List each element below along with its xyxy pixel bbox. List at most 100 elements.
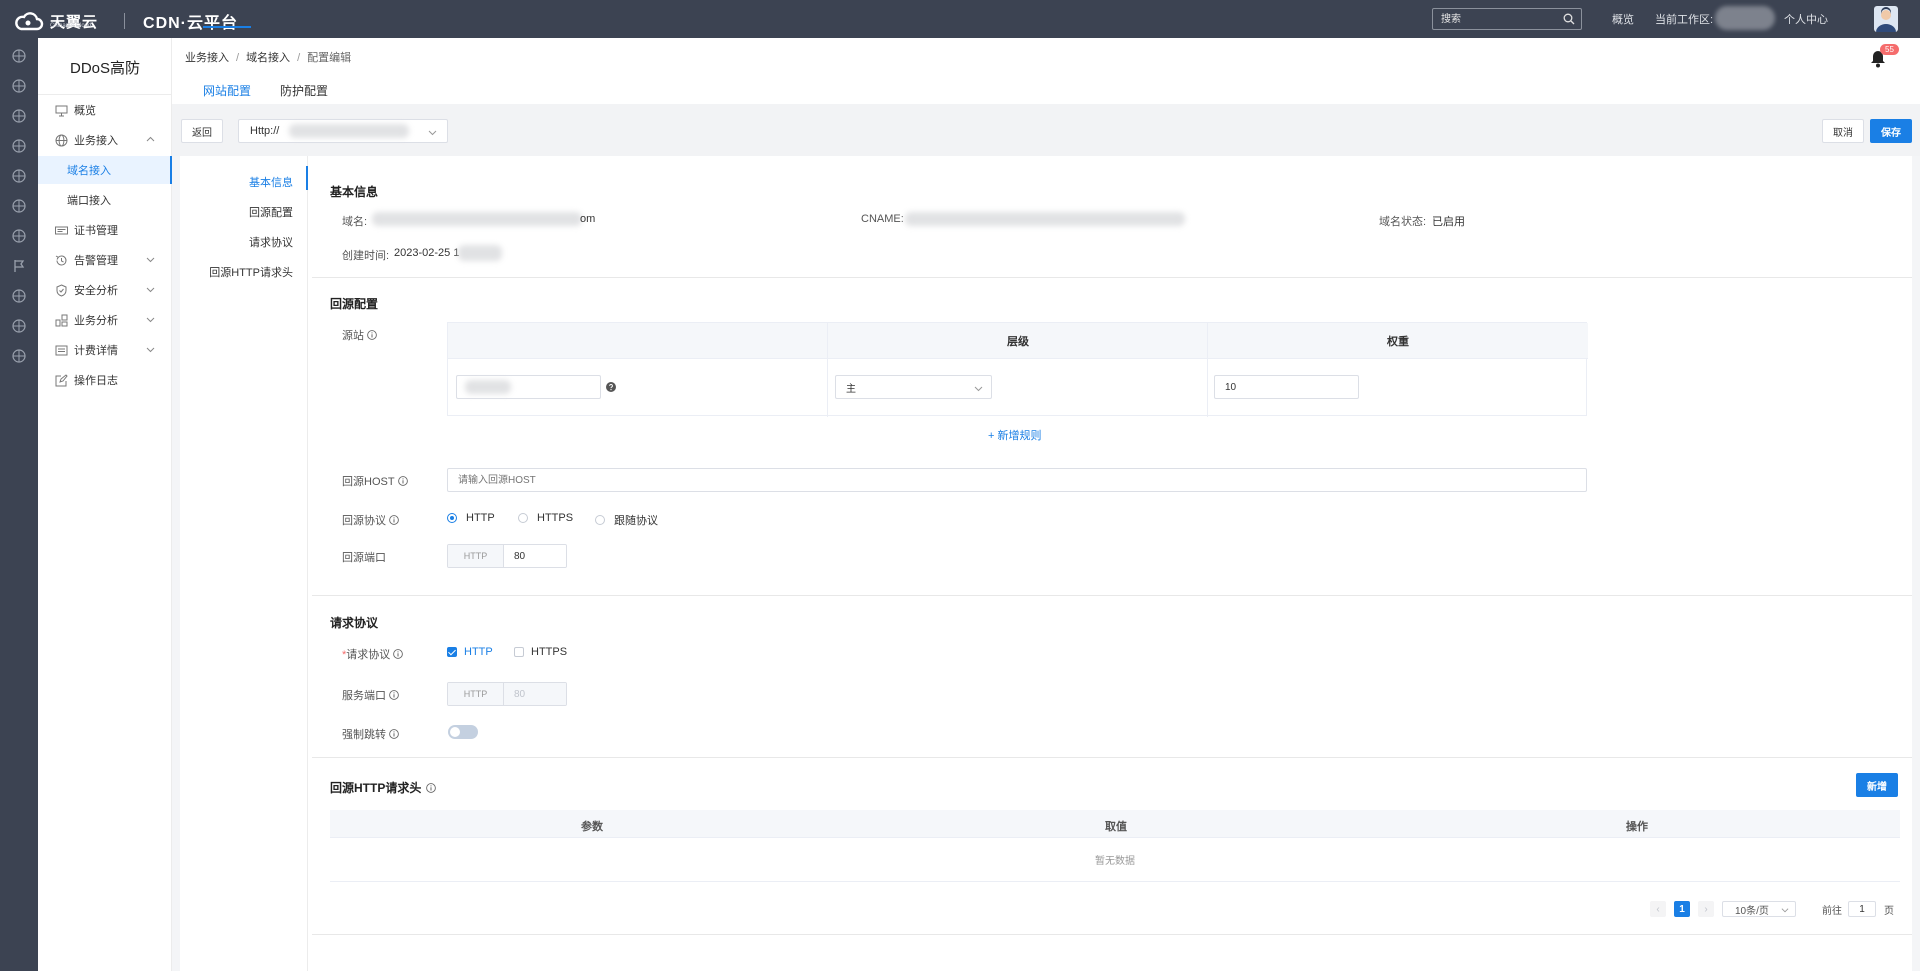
edit-log-icon bbox=[55, 373, 68, 386]
info-icon[interactable] bbox=[426, 783, 437, 793]
level-select-value: 主 bbox=[846, 383, 856, 395]
weight-input[interactable]: 10 bbox=[1214, 375, 1359, 399]
tab-site-config[interactable]: 网站配置 bbox=[203, 82, 251, 99]
sidebar-item-operation-log[interactable]: 操作日志 bbox=[38, 366, 172, 394]
sidebar-title: DDoS高防 bbox=[69, 60, 140, 77]
sidebar-item-certificates[interactable]: 证书管理 bbox=[38, 216, 172, 244]
logo[interactable]: 天翼云 Chinanet Cloud CDN·云平台 bbox=[14, 9, 238, 33]
origin-host-input[interactable] bbox=[447, 468, 1587, 492]
sidebar-item-label: 业务接入 bbox=[74, 135, 118, 147]
goto-page-input[interactable]: 1 bbox=[1848, 901, 1876, 917]
flag-icon[interactable] bbox=[12, 259, 26, 273]
radio-http[interactable]: HTTP bbox=[447, 512, 495, 524]
breadcrumb-separator: / bbox=[297, 52, 301, 64]
domain-select[interactable]: Http:// bbox=[238, 119, 448, 143]
page-size-select[interactable]: 10条/页 bbox=[1722, 901, 1796, 917]
origin-port-value[interactable]: 80 bbox=[504, 545, 566, 567]
chevron-down-icon bbox=[428, 130, 437, 136]
force-redirect-label-text: 强制跳转 bbox=[342, 729, 386, 741]
origin-protocol-label-text: 回源协议 bbox=[342, 515, 386, 527]
breadcrumb-domain-access[interactable]: 域名接入 bbox=[246, 52, 290, 64]
goto-label: 前往 bbox=[1822, 905, 1842, 917]
anchor-origin-config[interactable]: 回源配置 bbox=[249, 204, 293, 220]
back-button[interactable]: 返回 bbox=[181, 119, 223, 143]
breadcrumb-business-access[interactable]: 业务接入 bbox=[185, 52, 229, 64]
tab-protection-config[interactable]: 防护配置 bbox=[280, 82, 328, 99]
help-icon[interactable] bbox=[606, 382, 616, 392]
product-icon-7[interactable] bbox=[12, 229, 26, 243]
anchor-request-protocol[interactable]: 请求协议 bbox=[249, 234, 293, 250]
checkbox-http[interactable]: HTTP bbox=[447, 646, 493, 658]
product-icon-8[interactable] bbox=[12, 289, 26, 303]
workspace-selector[interactable] bbox=[1715, 6, 1775, 30]
config-tabs: 网站配置 防护配置 bbox=[172, 76, 1920, 104]
anchor-origin-headers[interactable]: 回源HTTP请求头 bbox=[209, 264, 293, 280]
sidebar-item-alarms[interactable]: 告警管理 bbox=[38, 246, 172, 274]
product-icon-9[interactable] bbox=[12, 319, 26, 333]
origin-protocol-label: 回源协议 bbox=[342, 512, 399, 528]
force-redirect-label: 强制跳转 bbox=[342, 726, 399, 742]
add-rule-button[interactable]: + 新增规则 bbox=[988, 427, 1041, 443]
chevron-down-icon bbox=[146, 287, 155, 293]
cancel-button[interactable]: 取消 bbox=[1822, 119, 1864, 143]
search-icon[interactable] bbox=[1563, 13, 1575, 25]
workspace-label: 当前工作区: bbox=[1655, 14, 1714, 26]
sidebar-item-domain-access[interactable]: 域名接入 bbox=[38, 156, 172, 184]
anchor-nav: 基本信息 回源配置 请求协议 回源HTTP请求头 bbox=[180, 156, 308, 971]
sidebar-item-billing[interactable]: 计费详情 bbox=[38, 336, 172, 364]
radio-label: 跟随协议 bbox=[614, 515, 658, 527]
checkbox-label: HTTPS bbox=[531, 646, 568, 658]
status-value: 已启用 bbox=[1432, 216, 1465, 228]
sidebar-item-security-analysis[interactable]: 安全分析 bbox=[38, 276, 172, 304]
info-icon[interactable] bbox=[367, 330, 377, 340]
search-input[interactable] bbox=[1433, 9, 1553, 29]
product-icon-10[interactable] bbox=[12, 349, 26, 363]
radio-dot bbox=[518, 513, 528, 523]
level-select[interactable]: 主 bbox=[835, 375, 992, 399]
product-icon-4[interactable] bbox=[12, 139, 26, 153]
force-redirect-toggle[interactable] bbox=[448, 725, 478, 739]
source-label: 源站 bbox=[342, 327, 377, 343]
chevron-down-icon bbox=[146, 257, 155, 263]
nav-user-center[interactable]: 个人中心 bbox=[1784, 11, 1828, 27]
product-icon-3[interactable] bbox=[12, 109, 26, 123]
nav-overview[interactable]: 概览 bbox=[1612, 11, 1634, 27]
save-button[interactable]: 保存 bbox=[1870, 119, 1912, 143]
sidebar-item-port-access[interactable]: 端口接入 bbox=[38, 186, 172, 214]
anchor-basic-info[interactable]: 基本信息 bbox=[249, 174, 293, 190]
domain-value-redacted bbox=[372, 212, 582, 226]
search-box[interactable] bbox=[1432, 8, 1582, 30]
product-icon-2[interactable] bbox=[12, 79, 26, 93]
origin-port-input[interactable]: HTTP 80 bbox=[447, 544, 567, 568]
section-divider bbox=[312, 595, 1912, 596]
product-icon-5[interactable] bbox=[12, 169, 26, 183]
info-icon[interactable] bbox=[389, 729, 399, 739]
sidebar-item-business-access[interactable]: 业务接入 bbox=[38, 126, 172, 154]
info-icon[interactable] bbox=[397, 476, 408, 486]
product-icon-6[interactable] bbox=[12, 199, 26, 213]
info-icon[interactable] bbox=[393, 649, 404, 659]
info-icon[interactable] bbox=[389, 515, 399, 525]
checkbox-https[interactable]: HTTPS bbox=[514, 646, 567, 658]
page-number-current[interactable]: 1 bbox=[1674, 901, 1690, 917]
page-unit-label: 页 bbox=[1884, 905, 1894, 917]
sidebar-item-label: 操作日志 bbox=[74, 375, 118, 387]
avatar[interactable] bbox=[1874, 6, 1898, 32]
prev-page-button[interactable]: ‹ bbox=[1650, 901, 1666, 917]
anchor-active-bar bbox=[306, 166, 308, 190]
sidebar-item-overview[interactable]: 概览 bbox=[38, 96, 172, 124]
radio-https[interactable]: HTTPS bbox=[518, 512, 573, 524]
created-time-redacted bbox=[458, 245, 502, 261]
sidebar-item-label: 证书管理 bbox=[74, 225, 118, 237]
product-icon-1[interactable] bbox=[12, 49, 26, 63]
shield-icon bbox=[56, 283, 67, 297]
next-page-button[interactable]: › bbox=[1698, 901, 1714, 917]
cname-label: CNAME: bbox=[861, 213, 904, 225]
add-header-button[interactable]: 新增 bbox=[1856, 773, 1898, 797]
sidebar-item-business-analysis[interactable]: 业务分析 bbox=[38, 306, 172, 334]
info-icon[interactable] bbox=[389, 690, 399, 700]
table-divider bbox=[1207, 323, 1208, 417]
radio-dot bbox=[595, 515, 605, 525]
source-address-input[interactable] bbox=[456, 375, 601, 399]
radio-follow[interactable]: 跟随协议 bbox=[595, 512, 658, 528]
